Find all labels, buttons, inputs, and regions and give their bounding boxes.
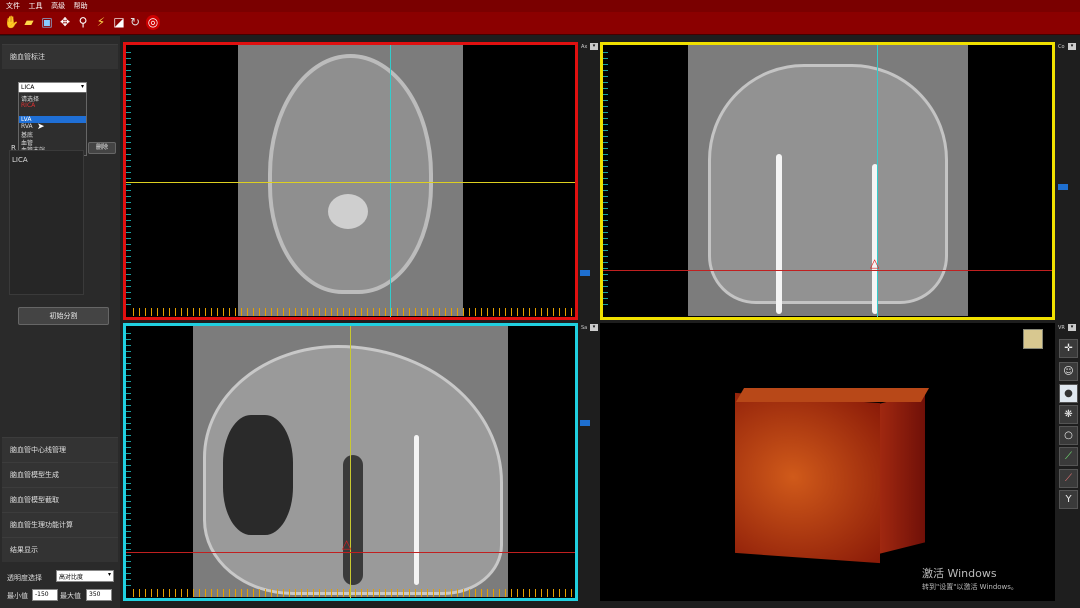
axial-view-label: Ax [581, 44, 588, 50]
sagittal-marker-icon[interactable]: △ [342, 537, 351, 551]
coronal-menu-chevron-icon[interactable]: ▾ [1068, 43, 1076, 50]
transparency-select[interactable]: 高对比度 ▾ [56, 570, 114, 582]
transparency-value: 高对比度 [59, 574, 84, 581]
coronal-slice-slider[interactable] [1058, 184, 1068, 190]
coronal-view[interactable]: △ [600, 42, 1055, 320]
list-item[interactable]: LICA [12, 156, 28, 164]
model-generation-panel[interactable]: 脑血管模型生成 [2, 462, 118, 487]
coronal-view-label: Co [1058, 44, 1065, 50]
panel-label: 脑血管模型生成 [10, 471, 59, 479]
sphere-tool-icon[interactable]: ○ [1059, 426, 1078, 445]
toolbar: ✋ ▰ ▣ ✥ ⚲ ⚡ ◪ ↻ ◎ [0, 12, 1080, 35]
coronal-ruler-left [602, 52, 608, 307]
coronal-ct-slice [688, 44, 968, 316]
menu-tools[interactable]: 工具 [29, 2, 43, 10]
watermark-title: 激活 Windows [922, 567, 997, 580]
dropdown-option-selected[interactable]: LVA [19, 116, 86, 123]
chevron-down-icon: ▾ [107, 571, 111, 578]
sagittal-slice-slider[interactable] [580, 420, 590, 426]
orientation-cube-icon[interactable] [1023, 329, 1043, 349]
vessel-cut-tool-icon[interactable]: ⟋ [1059, 469, 1078, 488]
mouse-cursor-icon: ➤ [37, 122, 45, 132]
sagittal-crosshair-horizontal[interactable] [123, 552, 578, 553]
axial-crosshair-vertical[interactable] [390, 42, 391, 320]
vessel-annotation-label: 脑血管标注 [10, 53, 45, 61]
panel-label: 脑血管生理功能计算 [10, 521, 73, 529]
result-display-panel[interactable]: 结果显示 [2, 537, 118, 562]
dropdown-option[interactable]: RVA [21, 123, 33, 130]
min-value: -150 [35, 591, 49, 598]
reset-icon[interactable]: ◎ [146, 15, 160, 30]
rotate-icon[interactable]: ↻ [128, 15, 142, 30]
panel-label: 脑血管模型截取 [10, 496, 59, 504]
crosshair-tool-icon[interactable]: ✛ [1059, 339, 1078, 358]
vessel-list[interactable]: LICA [9, 150, 84, 295]
sagittal-ruler-bottom [133, 589, 573, 597]
menu-help[interactable]: 帮助 [74, 2, 88, 10]
sagittal-view-label: Sa [581, 325, 588, 331]
max-label: 最大值 [60, 592, 81, 600]
watermark-subtitle: 转到"设置"以激活 Windows。 [922, 583, 1018, 591]
min-label: 最小值 [7, 592, 28, 600]
move-icon[interactable]: ✥ [58, 15, 72, 30]
volume-cube[interactable] [735, 388, 930, 564]
menu-advanced[interactable]: 高级 [51, 2, 65, 10]
axial-menu-chevron-icon[interactable]: ▾ [590, 43, 598, 50]
wand-icon[interactable]: ⚡ [94, 15, 108, 30]
vessel-tool-icon[interactable]: ⟋ [1059, 447, 1078, 466]
menu-file[interactable]: 文件 [6, 2, 20, 10]
min-value-input[interactable]: -150 [32, 589, 58, 601]
head-tool-icon[interactable]: ☺ [1059, 362, 1078, 381]
volume-view-label: VR [1058, 325, 1065, 331]
physiology-calc-panel[interactable]: 脑血管生理功能计算 [2, 512, 118, 537]
centerline-panel[interactable]: 脑血管中心线管理 [2, 437, 118, 462]
bifurcation-tool-icon[interactable]: Y [1059, 490, 1078, 509]
axial-ruler-bottom [133, 308, 573, 316]
coronal-crosshair-horizontal[interactable] [600, 270, 1055, 271]
coronal-crosshair-vertical[interactable] [877, 42, 878, 320]
model-cut-panel[interactable]: 脑血管模型截取 [2, 487, 118, 512]
sagittal-view[interactable]: △ [123, 323, 578, 601]
brain-tool-icon[interactable]: ❋ [1059, 405, 1078, 424]
init-segmentation-button[interactable]: 初始分割 [18, 307, 109, 325]
max-value: 350 [89, 591, 101, 598]
volume-menu-chevron-icon[interactable]: ▾ [1068, 324, 1076, 331]
chevron-down-icon: ▾ [80, 83, 84, 90]
contrast-icon[interactable]: ◪ [112, 15, 126, 30]
hand-icon[interactable]: ✋ [4, 15, 19, 30]
panel-label: 结果显示 [10, 546, 38, 554]
transparency-label: 透明度选择 [7, 574, 42, 582]
vessel-select-value: LICA [21, 84, 35, 91]
axial-ruler-left [125, 52, 131, 307]
sagittal-menu-chevron-icon[interactable]: ▾ [590, 324, 598, 331]
panel-label: 脑血管中心线管理 [10, 446, 66, 454]
axial-crosshair-horizontal[interactable] [123, 182, 578, 183]
selected-option-label: LVA [21, 116, 32, 123]
vessel-annotation-title[interactable]: 脑血管标注 [2, 44, 118, 69]
vessel-dropdown-list: 请选择 RICA LVA RVA 基底 血管 血管末端 ➤ [18, 92, 87, 156]
skull-tool-icon[interactable]: ● [1059, 384, 1078, 403]
volume-render-view[interactable] [600, 323, 1055, 601]
menu-bar: 文件 工具 高级 帮助 [0, 0, 1080, 12]
zoom-icon[interactable]: ⚲ [76, 15, 90, 30]
sagittal-ruler-left [125, 333, 131, 588]
axial-slice-slider[interactable] [580, 270, 590, 276]
max-value-input[interactable]: 350 [86, 589, 112, 601]
folder-open-icon[interactable]: ▰ [22, 15, 36, 30]
coronal-marker-icon[interactable]: △ [870, 256, 879, 270]
delete-button[interactable]: 删除 [88, 142, 116, 154]
axial-view[interactable] [123, 42, 578, 320]
sagittal-crosshair-vertical[interactable] [350, 323, 351, 601]
dropdown-option[interactable]: RICA [21, 102, 35, 109]
save-icon[interactable]: ▣ [40, 15, 54, 30]
axial-ct-slice [238, 44, 463, 316]
